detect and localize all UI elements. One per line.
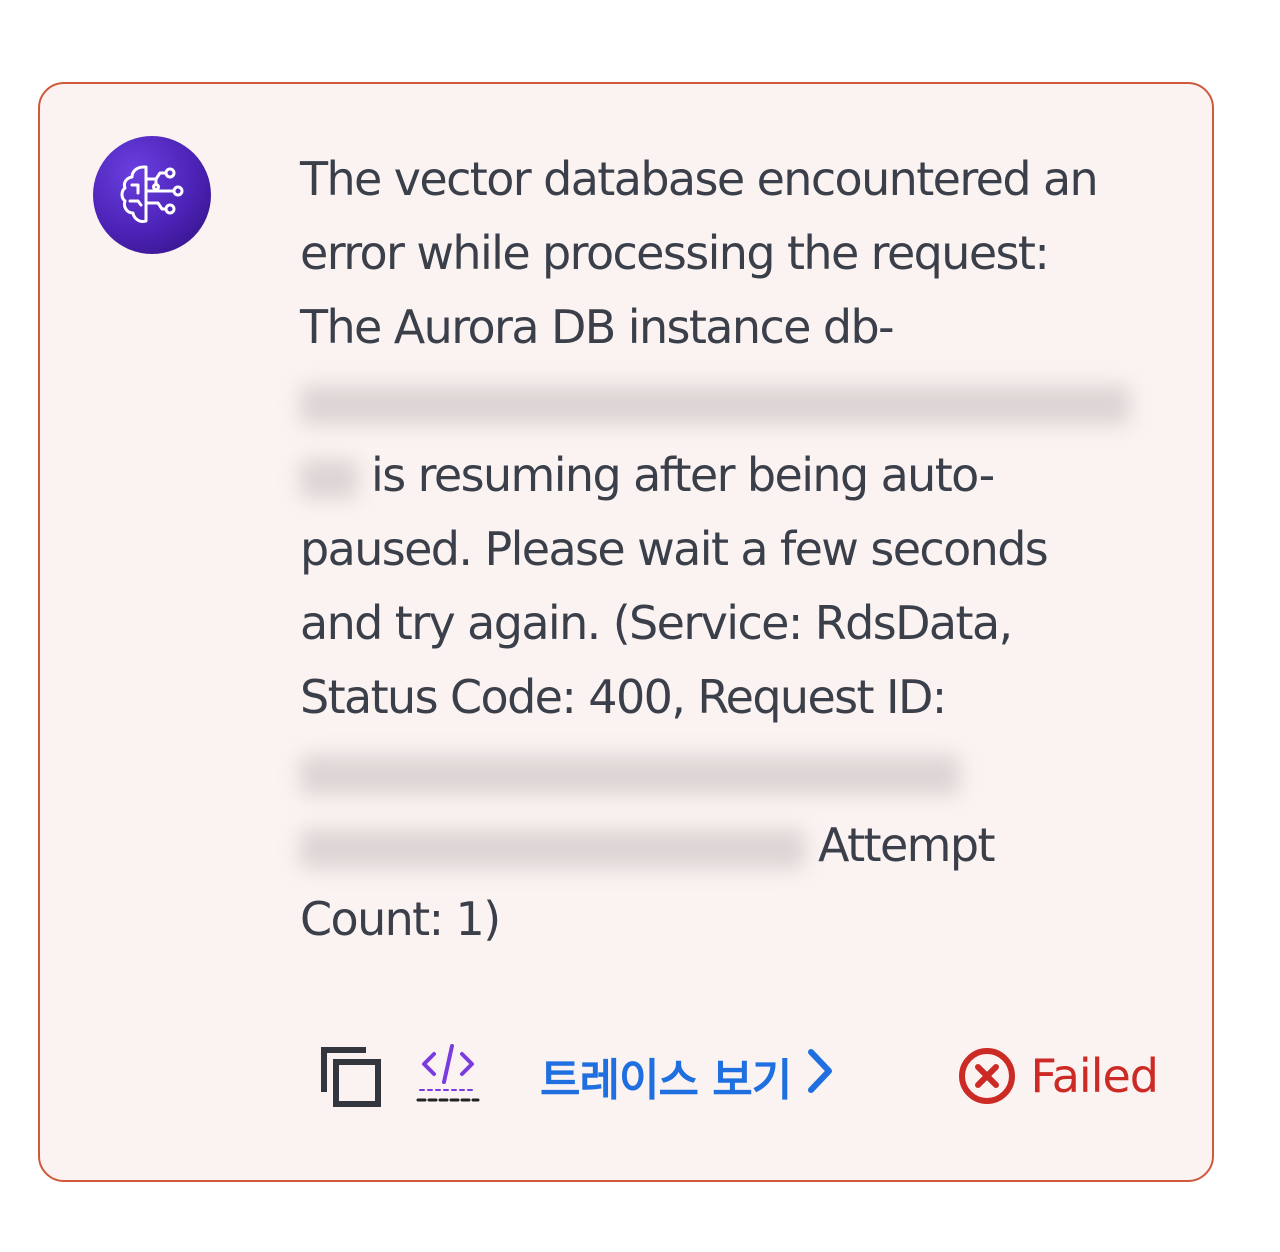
page: The vector database encountered an error… (0, 0, 1280, 1252)
message-line: Count: 1) (300, 892, 501, 946)
message-footer: 트레이스 보기 Failed (318, 1040, 1168, 1112)
copy-button[interactable] (318, 1044, 384, 1110)
message-line: The vector database encountered an (300, 152, 1099, 206)
view-code-button[interactable] (416, 1040, 480, 1106)
redacted-request-id-end (300, 828, 805, 869)
message-line: is resuming after being auto- (371, 448, 995, 502)
status-label: Failed (1030, 1049, 1159, 1103)
message-line: Status Code: 400, Request ID: (300, 670, 947, 724)
message-line: and try again. (Service: RdsData, (300, 596, 1013, 650)
redacted-instance-id-end (300, 458, 358, 499)
message-line: The Aurora DB instance db- (300, 300, 895, 354)
view-trace-label: 트레이스 보기 (540, 1055, 792, 1106)
brain-circuit-icon (120, 165, 184, 223)
message-line: error while processing the request: (300, 226, 1050, 280)
assistant-avatar (93, 136, 211, 254)
redacted-instance-id (300, 384, 1130, 425)
status-badge: Failed (957, 1046, 1159, 1106)
message-line: paused. Please wait a few seconds (300, 522, 1049, 576)
chevron-right-icon (805, 1046, 835, 1107)
error-circle-icon (957, 1046, 1017, 1106)
copy-icon (321, 1047, 381, 1107)
view-trace-link[interactable]: 트레이스 보기 (540, 1046, 835, 1106)
redacted-request-id (300, 754, 960, 795)
message-line: Attempt (818, 818, 995, 872)
code-icon (416, 1044, 480, 1102)
error-message: The vector database encountered an error… (300, 142, 1170, 956)
